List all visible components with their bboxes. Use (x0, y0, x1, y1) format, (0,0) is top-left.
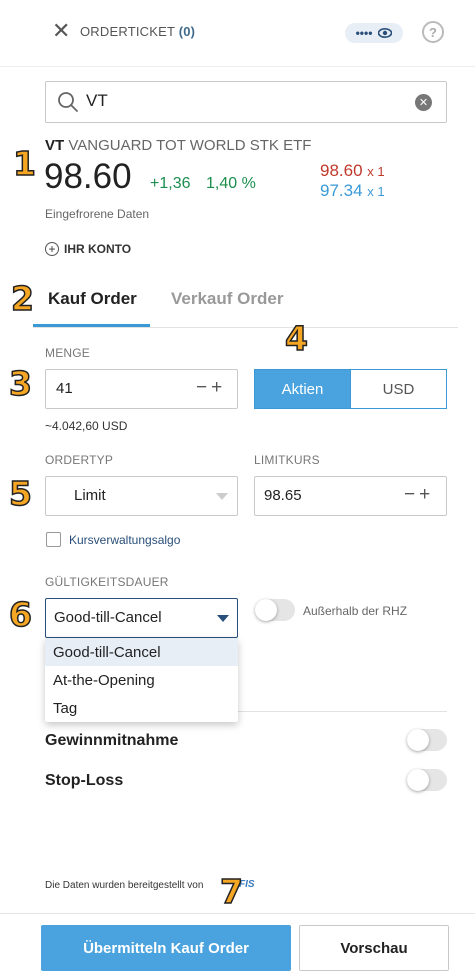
search-value: VT (86, 91, 108, 110)
privacy-dots: •••• (355, 26, 373, 40)
change-percent: 1,40 % (206, 175, 256, 192)
stop-loss-label: Stop-Loss (45, 772, 124, 789)
quantity-label: MENGE (45, 346, 91, 360)
toggle-knob (255, 599, 277, 621)
frozen-data-note: Eingefrorene Daten (45, 207, 150, 221)
unit-shares-button[interactable]: Aktien (254, 369, 351, 409)
submit-buy-order-button[interactable]: Übermitteln Kauf Order (41, 925, 291, 971)
profit-taker-toggle[interactable] (407, 729, 447, 751)
eye-icon (378, 28, 393, 38)
last-price: 98.60 (44, 157, 132, 196)
step-marker-7: 7 (219, 872, 243, 911)
instrument-name: VT VANGUARD TOT WORLD STK ETF (45, 137, 311, 154)
profit-taker-label: Gewinnmitnahme (45, 732, 179, 749)
validity-label: GÜLTIGKEITSDAUER (45, 575, 169, 589)
algo-label[interactable]: Kursverwaltungsalgo (69, 533, 180, 547)
change-absolute: +1,36 (150, 175, 191, 192)
quantity-stepper[interactable]: −+ (196, 377, 226, 399)
validity-value: Good-till-Cancel (54, 609, 162, 626)
unit-usd-button[interactable]: USD (350, 369, 447, 409)
outside-rth-toggle[interactable] (255, 599, 295, 621)
toggle-knob (407, 729, 429, 751)
ordertype-label: ORDERTYP (45, 453, 114, 467)
quantity-value: 41 (56, 380, 73, 397)
outside-rth-label: Außerhalb der RHZ (303, 604, 408, 618)
tab-sell-order[interactable]: Verkauf Order (171, 289, 283, 309)
step-marker-3: 3 (8, 364, 32, 403)
step-marker-2: 2 (10, 279, 34, 318)
symbol: VT (45, 137, 65, 154)
validity-dropdown-menu: Good-till-Cancel At-the-Opening Tag (45, 638, 238, 722)
footer-divider (0, 913, 475, 914)
ask-size: x 1 (367, 164, 385, 179)
approx-value: ~4.042,60 USD (45, 419, 128, 433)
validity-chevron-down-icon (217, 615, 229, 622)
step-marker-5: 5 (8, 474, 32, 513)
limit-price-stepper[interactable]: −+ (404, 484, 434, 506)
step-marker-4: 4 (284, 319, 308, 358)
step-marker-1: 1 (12, 144, 36, 183)
clear-search-icon[interactable]: ✕ (415, 94, 432, 111)
preview-button[interactable]: Vorschau (299, 925, 449, 971)
ask-price: 98.60 x 1 (320, 161, 385, 180)
account-link[interactable]: + IHR KONTO (45, 242, 131, 256)
dropdown-option-good-till-cancel[interactable]: Good-till-Cancel (45, 638, 238, 666)
plus-circle-icon: + (45, 242, 59, 256)
instrument-description: VANGUARD TOT WORLD STK ETF (68, 137, 312, 154)
order-count: (0) (178, 24, 196, 39)
privacy-toggle[interactable]: •••• (345, 23, 403, 43)
bid-price: 97.34 x 1 (320, 181, 385, 200)
limit-label: LIMITKURS (254, 453, 320, 467)
step-marker-6: 6 (8, 595, 32, 634)
ordertype-value: Limit (74, 487, 106, 504)
dropdown-option-tag[interactable]: Tag (45, 694, 238, 722)
ordertype-chevron-down-icon (216, 493, 228, 500)
algo-checkbox[interactable] (46, 532, 61, 547)
help-icon[interactable]: ? (422, 21, 444, 43)
tab-divider (33, 327, 458, 328)
bid-size: x 1 (367, 184, 385, 199)
header-divider (0, 66, 475, 67)
close-icon[interactable]: ✕ (52, 20, 72, 42)
dropdown-option-at-the-opening[interactable]: At-the-Opening (45, 666, 238, 694)
stop-loss-toggle[interactable] (407, 769, 447, 791)
limit-price-value: 98.65 (264, 487, 302, 504)
data-provider-note: Die Daten wurden bereitgestellt von (45, 880, 204, 891)
toggle-knob (407, 769, 429, 791)
tab-buy-order[interactable]: Kauf Order (48, 289, 137, 309)
orderticket-title: ORDERTICKET (0) (80, 24, 196, 39)
search-icon (58, 92, 78, 112)
